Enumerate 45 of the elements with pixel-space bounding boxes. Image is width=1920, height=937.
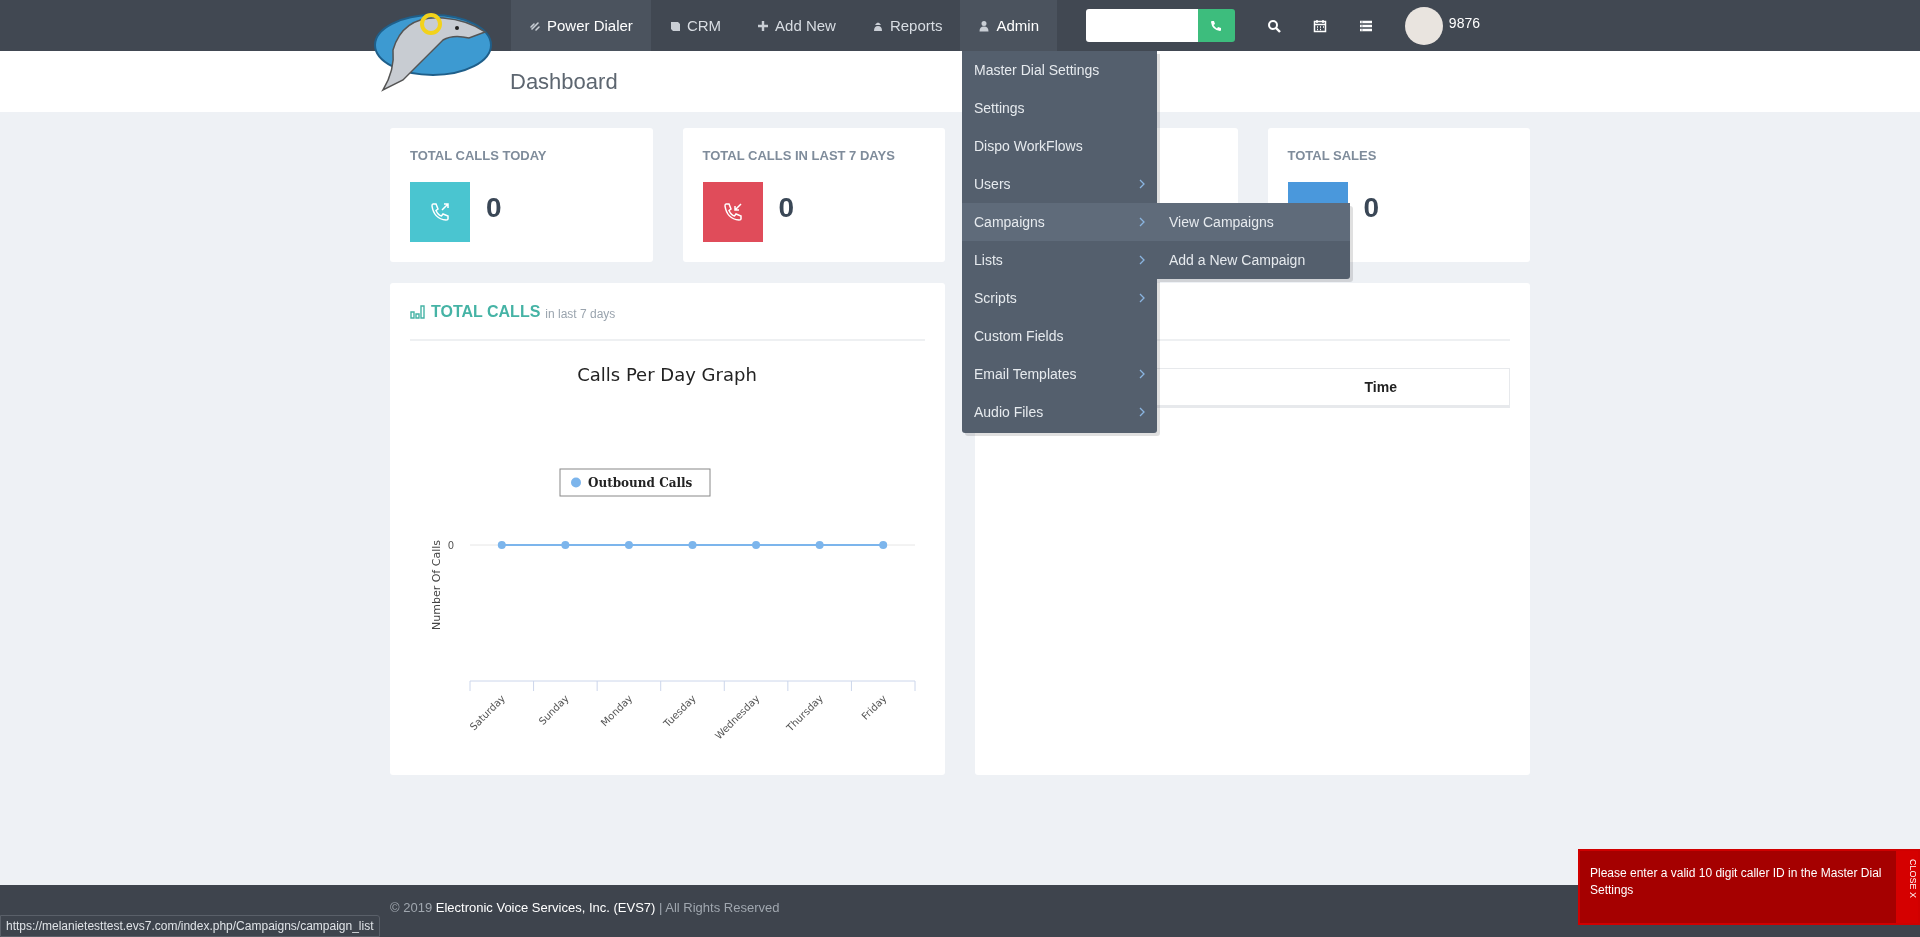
plus-icon <box>757 19 770 32</box>
search-icon[interactable] <box>1266 18 1281 33</box>
nav-tab[interactable]: Admin <box>960 0 1057 51</box>
panel-subtitle: in last 7 days <box>545 306 616 321</box>
status-url: https://melanietesttest.evs7.com/index.php/Campaigns/campaign_list <box>0 915 380 937</box>
menu-item[interactable]: Add a New Campaign <box>1157 241 1350 279</box>
stat-title: TOTAL CALLS TODAY <box>410 148 548 163</box>
page-title: Dashboard <box>510 68 618 96</box>
copyright-text: © 2019 Electronic Voice Services, Inc. (EVS7) | All Rights Reserved <box>390 899 781 917</box>
calendar-icon[interactable] <box>1312 18 1327 33</box>
panel-title: TOTAL CALLS <box>431 303 541 321</box>
chart-title: Calls Per Day Graph <box>577 364 757 385</box>
toast-message: Please enter a valid 10 digit caller ID in the Master Dial Settings <box>1589 865 1883 899</box>
column-header: Time <box>1252 368 1510 407</box>
menu-item[interactable]: Dispo WorkFlows <box>962 127 1157 165</box>
stat-value: 0 <box>778 192 795 224</box>
nav-tab[interactable]: Power Dialer <box>511 0 651 51</box>
menu-item[interactable]: Audio Files <box>962 393 1157 431</box>
nav-tab[interactable]: CRM <box>650 0 740 51</box>
menu-item[interactable]: Settings <box>962 89 1157 127</box>
y-tick-label: 0 <box>447 540 454 551</box>
menu-item[interactable]: Users <box>962 165 1157 203</box>
phone-icon <box>1210 19 1223 32</box>
menu-item[interactable]: Lists <box>962 241 1157 279</box>
menu-item[interactable]: Campaigns <box>962 203 1157 241</box>
list-icon[interactable] <box>1358 18 1373 33</box>
stat-title: TOTAL CALLS IN LAST 7 DAYS <box>702 148 896 163</box>
nav-tab[interactable]: Reports <box>853 0 961 51</box>
user-name[interactable]: 9876 <box>1448 14 1480 31</box>
nav-tab[interactable]: Add New <box>739 0 854 51</box>
y-axis-label: Number Of Calls <box>430 540 443 630</box>
menu-item[interactable]: Email Templates <box>962 355 1157 393</box>
stat-value: 0 <box>1363 192 1380 224</box>
menu-item[interactable]: Custom Fields <box>962 317 1157 355</box>
menu-item[interactable]: Master Dial Settings <box>962 51 1157 89</box>
stat-title: TOTAL SALES <box>1287 148 1378 163</box>
user-icon <box>978 19 991 32</box>
close-button[interactable]: CLOSE X <box>1896 851 1918 923</box>
chart-legend[interactable]: Outbound Calls <box>559 468 711 497</box>
phone-number-field[interactable] <box>1085 9 1198 42</box>
menu-item[interactable]: Scripts <box>962 279 1157 317</box>
menu-item[interactable]: View Campaigns <box>1157 203 1350 241</box>
bar-chart-icon <box>410 305 426 319</box>
stat-value: 0 <box>486 192 502 224</box>
user-avatar[interactable] <box>1404 6 1443 45</box>
